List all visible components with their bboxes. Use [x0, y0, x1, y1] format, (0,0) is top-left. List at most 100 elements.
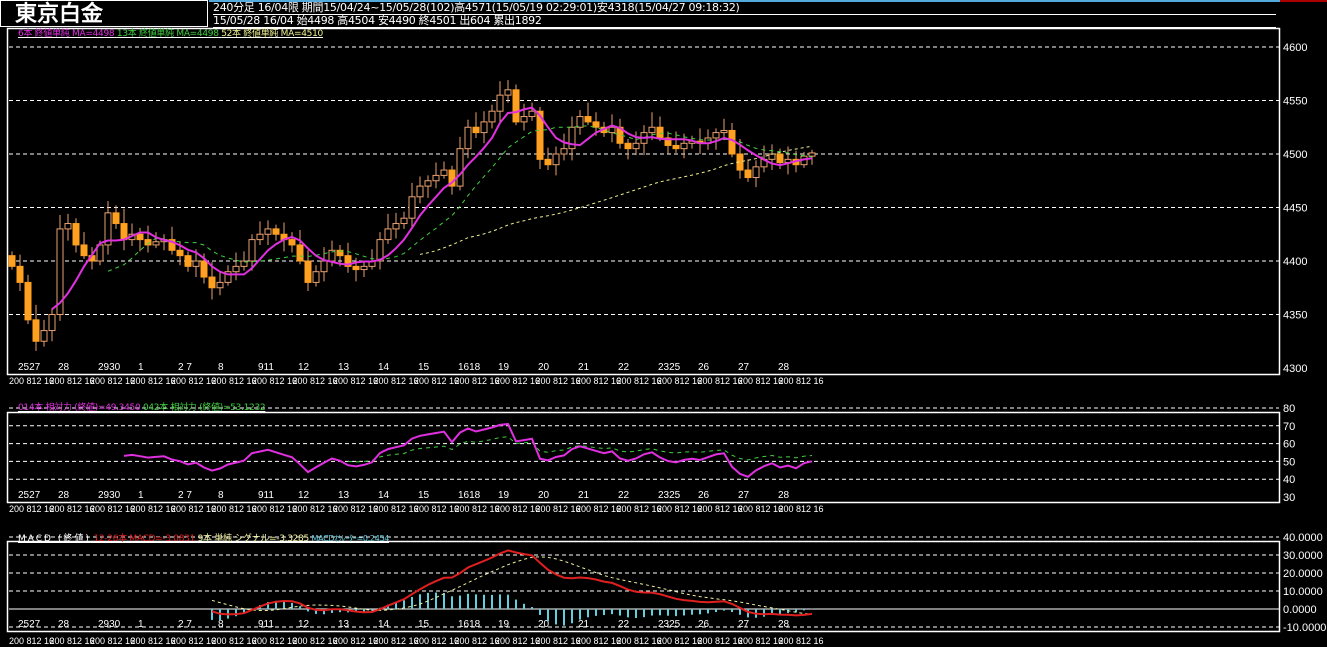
candle-up [552, 153, 560, 166]
price-time-label: 200 812 16 [131, 376, 176, 386]
candle-down [272, 228, 280, 235]
macd-time-label: 200 812 16 [455, 636, 500, 646]
candle-up [416, 185, 424, 198]
macd-date-label: 21 [578, 619, 590, 630]
macd-tick-label: 30.0000 [1283, 550, 1323, 562]
price-date-label: 21 [578, 362, 590, 373]
ma6-line [51, 106, 813, 310]
candle-down [672, 144, 680, 150]
rsi-time-label: 200 812 16 [698, 504, 743, 514]
candle-up [400, 217, 408, 225]
candle-down [32, 319, 40, 342]
price-time-label: 200 812 16 [293, 376, 338, 386]
macd-time-label: 200 812 16 [617, 636, 662, 646]
rsi-tick-label: 70 [1283, 421, 1295, 433]
price-time-label: 200 812 16 [50, 376, 95, 386]
candle-up [680, 142, 688, 150]
macd-legend: MACD (終値) 12-26本 MACD=-3.0831 9本 単純 シグナル… [18, 533, 389, 545]
rsi-date-label: 2527 [18, 490, 41, 501]
rsi14-line [123, 422, 813, 478]
macd-time-label: 200 812 16 [536, 636, 581, 646]
candle-down [512, 89, 520, 123]
price-date-label: 2325 [658, 362, 681, 373]
candle-up [384, 228, 392, 241]
macd-date-label: 27 [738, 619, 750, 630]
macd-tick-label: 20.0000 [1283, 568, 1323, 580]
candle-up [496, 94, 504, 112]
rsi-tick-label: 40 [1283, 474, 1295, 486]
price-tick-label: 4400 [1283, 256, 1307, 268]
rsi-time-label: 200 812 16 [738, 504, 783, 514]
price-time-label: 200 812 16 [90, 376, 135, 386]
rsi-time-label: 200 812 16 [657, 504, 702, 514]
ma52-line [419, 145, 813, 255]
rsi-time-label: 200 812 16 [779, 504, 824, 514]
macd-time-label: 200 812 16 [576, 636, 621, 646]
macd-date-label: 14 [378, 619, 390, 630]
rsi-date-label: 12 [298, 490, 310, 501]
rsi-date-label: 15 [418, 490, 430, 501]
macd-time-label: 200 812 16 [90, 636, 135, 646]
candle-down [592, 121, 600, 128]
candle-down [136, 233, 144, 241]
price-tick-label: 4350 [1283, 310, 1307, 322]
rsi-date-label: 13 [338, 490, 350, 501]
candle-up [808, 152, 816, 157]
price-date-label: 8 [218, 362, 224, 373]
candle-up [64, 223, 72, 230]
legend-oscillator: MACDｵｼﾚｰﾀｰ=0.2454 [311, 534, 390, 543]
rsi-time-label: 200 812 16 [293, 504, 338, 514]
rsi-date-label: 21 [578, 490, 590, 501]
rsi-legend: 014本 相対力 (終値)=49.3450 042本 相対力 (終値)=53.1… [18, 403, 266, 414]
price-date-label: 1 [138, 362, 144, 373]
price-time-label: 200 812 16 [171, 376, 216, 386]
price-date-label: 911 [258, 362, 274, 373]
price-time-label: 200 812 16 [657, 376, 702, 386]
price-date-label: 26 [698, 362, 710, 373]
rsi-time-label: 200 812 16 [171, 504, 216, 514]
candle-up [152, 241, 160, 246]
price-date-label: 13 [338, 362, 350, 373]
macd-time-label: 200 812 16 [414, 636, 459, 646]
macd-time-label: 200 812 16 [171, 636, 216, 646]
legend-ma13: 13本 終値単純 MA=4498 [116, 29, 219, 39]
candle-down [8, 255, 16, 267]
candle-down [80, 244, 88, 257]
macd-date-label: 911 [258, 619, 274, 630]
price-tick-label: 4450 [1283, 203, 1307, 215]
price-date-label: 2527 [18, 362, 41, 373]
candle-up [312, 271, 320, 283]
candle-down [24, 281, 32, 321]
rsi-time-label: 200 812 16 [212, 504, 257, 514]
macd-time-label: 200 812 16 [293, 636, 338, 646]
candle-up [320, 260, 328, 273]
rsi-date-label: 1 [138, 490, 144, 501]
rsi-date-label: 28 [778, 490, 790, 501]
macd-tick-label: -10.0000 [1283, 622, 1326, 634]
macd-date-label: 12 [298, 619, 310, 630]
rsi-time-label: 200 812 16 [374, 504, 419, 514]
candle-up [504, 89, 512, 96]
candle-up [392, 223, 400, 230]
rsi-date-label: 26 [698, 490, 710, 501]
candle-up [520, 116, 528, 123]
rsi-time-label: 200 812 16 [455, 504, 500, 514]
legend-rsi14: 014本 相対力 (終値)=49.3450 [18, 403, 141, 413]
macd-date-label: 8 [218, 619, 224, 630]
price-time-label: 200 812 16 [495, 376, 540, 386]
rsi-time-label: 200 812 16 [252, 504, 297, 514]
macd-tick-label: 0.0000 [1283, 604, 1317, 616]
price-date-label: 22 [618, 362, 630, 373]
rsi-time-label: 200 812 16 [495, 504, 540, 514]
rsi-date-label: 911 [258, 490, 274, 501]
price-legend: 6本 終値単純 MA=4498 13本 終値単純 MA=4498 52本 終値単… [18, 29, 323, 40]
macd-date-label: 2527 [18, 619, 41, 630]
rsi-date-label: 20 [538, 490, 550, 501]
rsi-time-label: 200 812 16 [536, 504, 581, 514]
candle-up [48, 314, 56, 332]
macd-time-label: 200 812 16 [495, 636, 540, 646]
rsi-tick-label: 30 [1283, 492, 1295, 504]
macd-date-label: 1 [138, 619, 144, 630]
macd-time-label: 200 812 16 [50, 636, 95, 646]
rsi-time-label: 200 812 16 [576, 504, 621, 514]
